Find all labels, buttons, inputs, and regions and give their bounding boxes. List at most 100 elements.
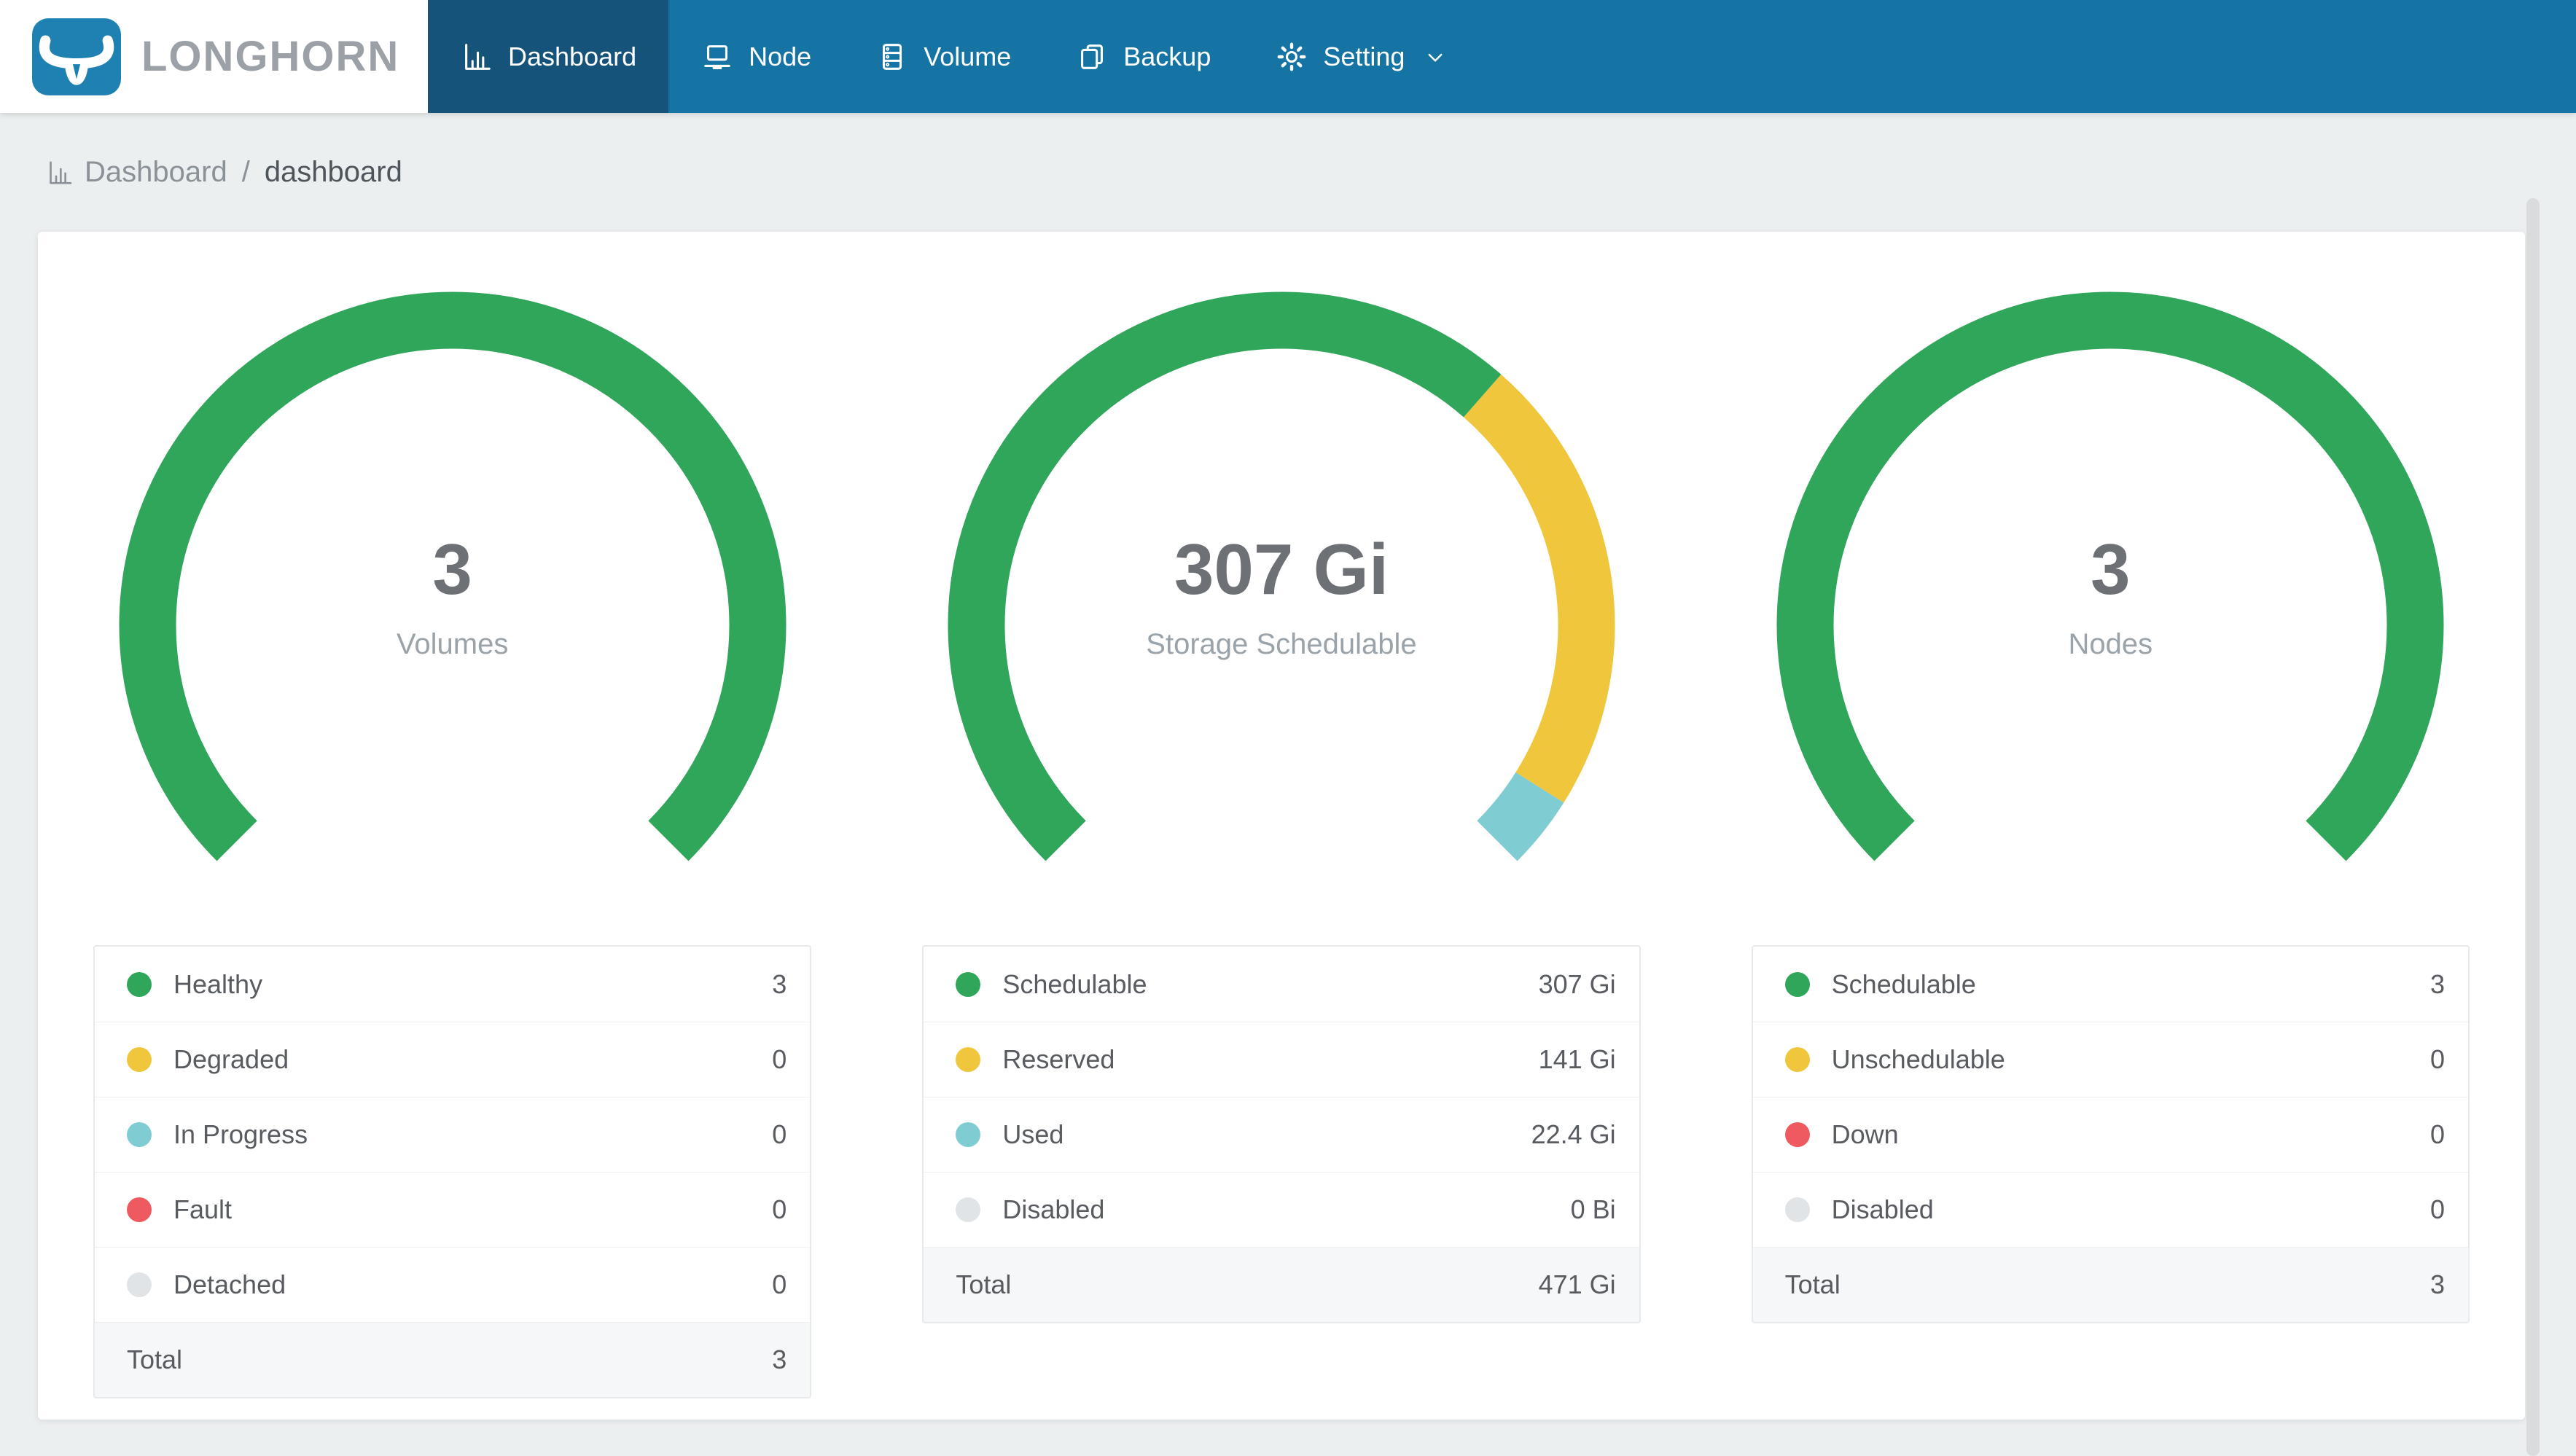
nav-item-label: Backup bbox=[1123, 41, 1211, 71]
legend-row-in-progress: In Progress 0 bbox=[95, 1097, 811, 1172]
legend-value: 0 bbox=[772, 1269, 787, 1299]
legend-label: Total bbox=[127, 1345, 183, 1374]
legend-table-3: Schedulable 3 Unschedulable 0 Down 0 Disabled 0… bbox=[1751, 945, 2470, 1323]
legend-value: 0 bbox=[772, 1044, 787, 1074]
gauge-segment-schedulable bbox=[948, 291, 1502, 861]
legend-label: Unschedulable bbox=[1831, 1044, 2005, 1074]
legend-row-used: Used 22.4 Gi bbox=[924, 1097, 1639, 1172]
gauge-grid: 3 Volumes Healthy 3 Degraded 0 In Progress 0 Fau… bbox=[38, 232, 2525, 1420]
nav-item-setting[interactable]: Setting bbox=[1243, 0, 1480, 113]
legend-color-dot bbox=[1784, 1197, 1810, 1222]
legend-color-dot bbox=[956, 1047, 981, 1072]
legend-label: In Progress bbox=[173, 1119, 308, 1149]
legend-label: Fault bbox=[173, 1194, 233, 1224]
legend-row-schedulable: Schedulable 3 bbox=[1753, 947, 2468, 1022]
dashboard-icon bbox=[465, 43, 491, 70]
legend-value: 0 bbox=[2429, 1194, 2445, 1224]
legend-value: 0 bbox=[2429, 1119, 2445, 1149]
legend-value: 0 bbox=[2429, 1044, 2445, 1074]
longhorn-logo-icon bbox=[32, 17, 121, 95]
legend-label: Total bbox=[956, 1269, 1012, 1299]
gauge-panel-1: 3 Volumes Healthy 3 Degraded 0 In Progress 0 Fau… bbox=[38, 232, 867, 1420]
legend-row-fault: Fault 0 bbox=[95, 1172, 811, 1247]
gauge-segment-healthy bbox=[119, 291, 787, 861]
legend-label: Schedulable bbox=[1831, 968, 1976, 999]
volume-icon bbox=[883, 43, 902, 70]
legend-row-schedulable: Schedulable 307 Gi bbox=[924, 947, 1639, 1022]
legend-color-dot bbox=[956, 1197, 981, 1222]
legend-color-dot bbox=[127, 971, 152, 997]
legend-color-dot bbox=[127, 1197, 152, 1222]
legend-row-disabled: Disabled 0 Bi bbox=[924, 1172, 1639, 1247]
gauge-segment-reserved bbox=[1463, 374, 1615, 803]
backup-icon bbox=[1081, 44, 1104, 69]
node-icon bbox=[704, 44, 730, 69]
donut-gauge-2 bbox=[948, 291, 1615, 861]
nav-item-backup[interactable]: Backup bbox=[1043, 0, 1243, 113]
legend-value: 22.4 Gi bbox=[1531, 1119, 1616, 1149]
brand-name: LONGHORN bbox=[141, 33, 400, 80]
legend-label: Degraded bbox=[173, 1044, 289, 1074]
legend-value: 3 bbox=[2429, 968, 2445, 999]
legend-row-reserved: Reserved 141 Gi bbox=[924, 1022, 1639, 1097]
breadcrumb-separator: / bbox=[241, 156, 250, 188]
legend-value: 3 bbox=[2429, 1269, 2445, 1299]
donut-gauge-1 bbox=[119, 291, 787, 861]
legend-color-dot bbox=[127, 1122, 152, 1147]
nav-item-node[interactable]: Node bbox=[668, 0, 843, 113]
legend-color-dot bbox=[956, 971, 981, 997]
legend-total-row: Total 3 bbox=[1752, 1247, 2468, 1322]
legend-color-dot bbox=[127, 1272, 152, 1297]
setting-icon bbox=[1277, 42, 1306, 71]
legend-row-down: Down 0 bbox=[1752, 1097, 2468, 1172]
legend-row-unschedulable: Unschedulable 0 bbox=[1752, 1022, 2468, 1097]
legend-value: 471 Gi bbox=[1538, 1269, 1616, 1299]
nav-item-label: Volume bbox=[924, 41, 1012, 71]
legend-row-disabled: Disabled 0 bbox=[1752, 1172, 2468, 1247]
vertical-scrollbar-thumb[interactable] bbox=[2526, 198, 2540, 1456]
nav-item-volume[interactable]: Volume bbox=[843, 0, 1043, 113]
breadcrumb: Dashboard / dashboard bbox=[0, 113, 2576, 232]
nav-item-dashboard[interactable]: Dashboard bbox=[428, 0, 669, 113]
legend-value: 141 Gi bbox=[1538, 1044, 1616, 1074]
top-navbar: LONGHORN Dashboard Node Volume Backup Settin… bbox=[0, 0, 2576, 113]
brand-logo-area[interactable]: LONGHORN bbox=[0, 0, 428, 113]
legend-value: 3 bbox=[772, 1345, 787, 1374]
legend-label: Used bbox=[1002, 1119, 1064, 1149]
gauge-segment-schedulable bbox=[1776, 291, 2444, 861]
legend-color-dot bbox=[1784, 971, 1810, 997]
legend-value: 0 bbox=[772, 1194, 787, 1224]
main-nav: Dashboard Node Volume Backup Setting bbox=[428, 0, 2576, 113]
nav-item-label: Setting bbox=[1323, 41, 1405, 71]
legend-row-healthy: Healthy 3 bbox=[95, 947, 810, 1022]
legend-total-row: Total 471 Gi bbox=[924, 1247, 1639, 1322]
chevron-down-icon bbox=[1428, 53, 1443, 61]
chart-icon bbox=[50, 161, 72, 184]
legend-color-dot bbox=[1784, 1122, 1810, 1147]
dashboard-card: 3 Volumes Healthy 3 Degraded 0 In Progress 0 Fau… bbox=[38, 232, 2525, 1420]
legend-label: Total bbox=[1784, 1269, 1841, 1299]
breadcrumb-section[interactable]: Dashboard bbox=[85, 156, 227, 189]
legend-label: Healthy bbox=[173, 968, 263, 999]
legend-color-dot bbox=[127, 1047, 152, 1072]
legend-total-row: Total 3 bbox=[95, 1322, 811, 1397]
legend-table-2: Schedulable 307 Gi Reserved 141 Gi Used 22.4 … bbox=[922, 945, 1641, 1323]
legend-label: Schedulable bbox=[1002, 968, 1147, 999]
legend-value: 0 Bi bbox=[1570, 1194, 1616, 1224]
legend-value: 307 Gi bbox=[1538, 968, 1616, 999]
legend-label: Detached bbox=[173, 1269, 286, 1299]
legend-value: 0 bbox=[772, 1119, 787, 1149]
nav-item-label: Node bbox=[749, 41, 812, 71]
legend-label: Reserved bbox=[1002, 1044, 1115, 1074]
nav-item-label: Dashboard bbox=[508, 41, 637, 71]
legend-row-detached: Detached 0 bbox=[95, 1247, 811, 1322]
legend-label: Disabled bbox=[1002, 1194, 1105, 1224]
legend-value: 3 bbox=[772, 968, 787, 999]
legend-table-1: Healthy 3 Degraded 0 In Progress 0 Fault 0 Detac… bbox=[93, 945, 812, 1398]
breadcrumb-current-page: dashboard bbox=[264, 156, 402, 188]
gauge-segment-used bbox=[1476, 772, 1564, 861]
legend-color-dot bbox=[1784, 1047, 1810, 1072]
chart-icon bbox=[45, 158, 74, 187]
legend-row-degraded: Degraded 0 bbox=[95, 1022, 811, 1097]
legend-label: Down bbox=[1831, 1119, 1899, 1149]
